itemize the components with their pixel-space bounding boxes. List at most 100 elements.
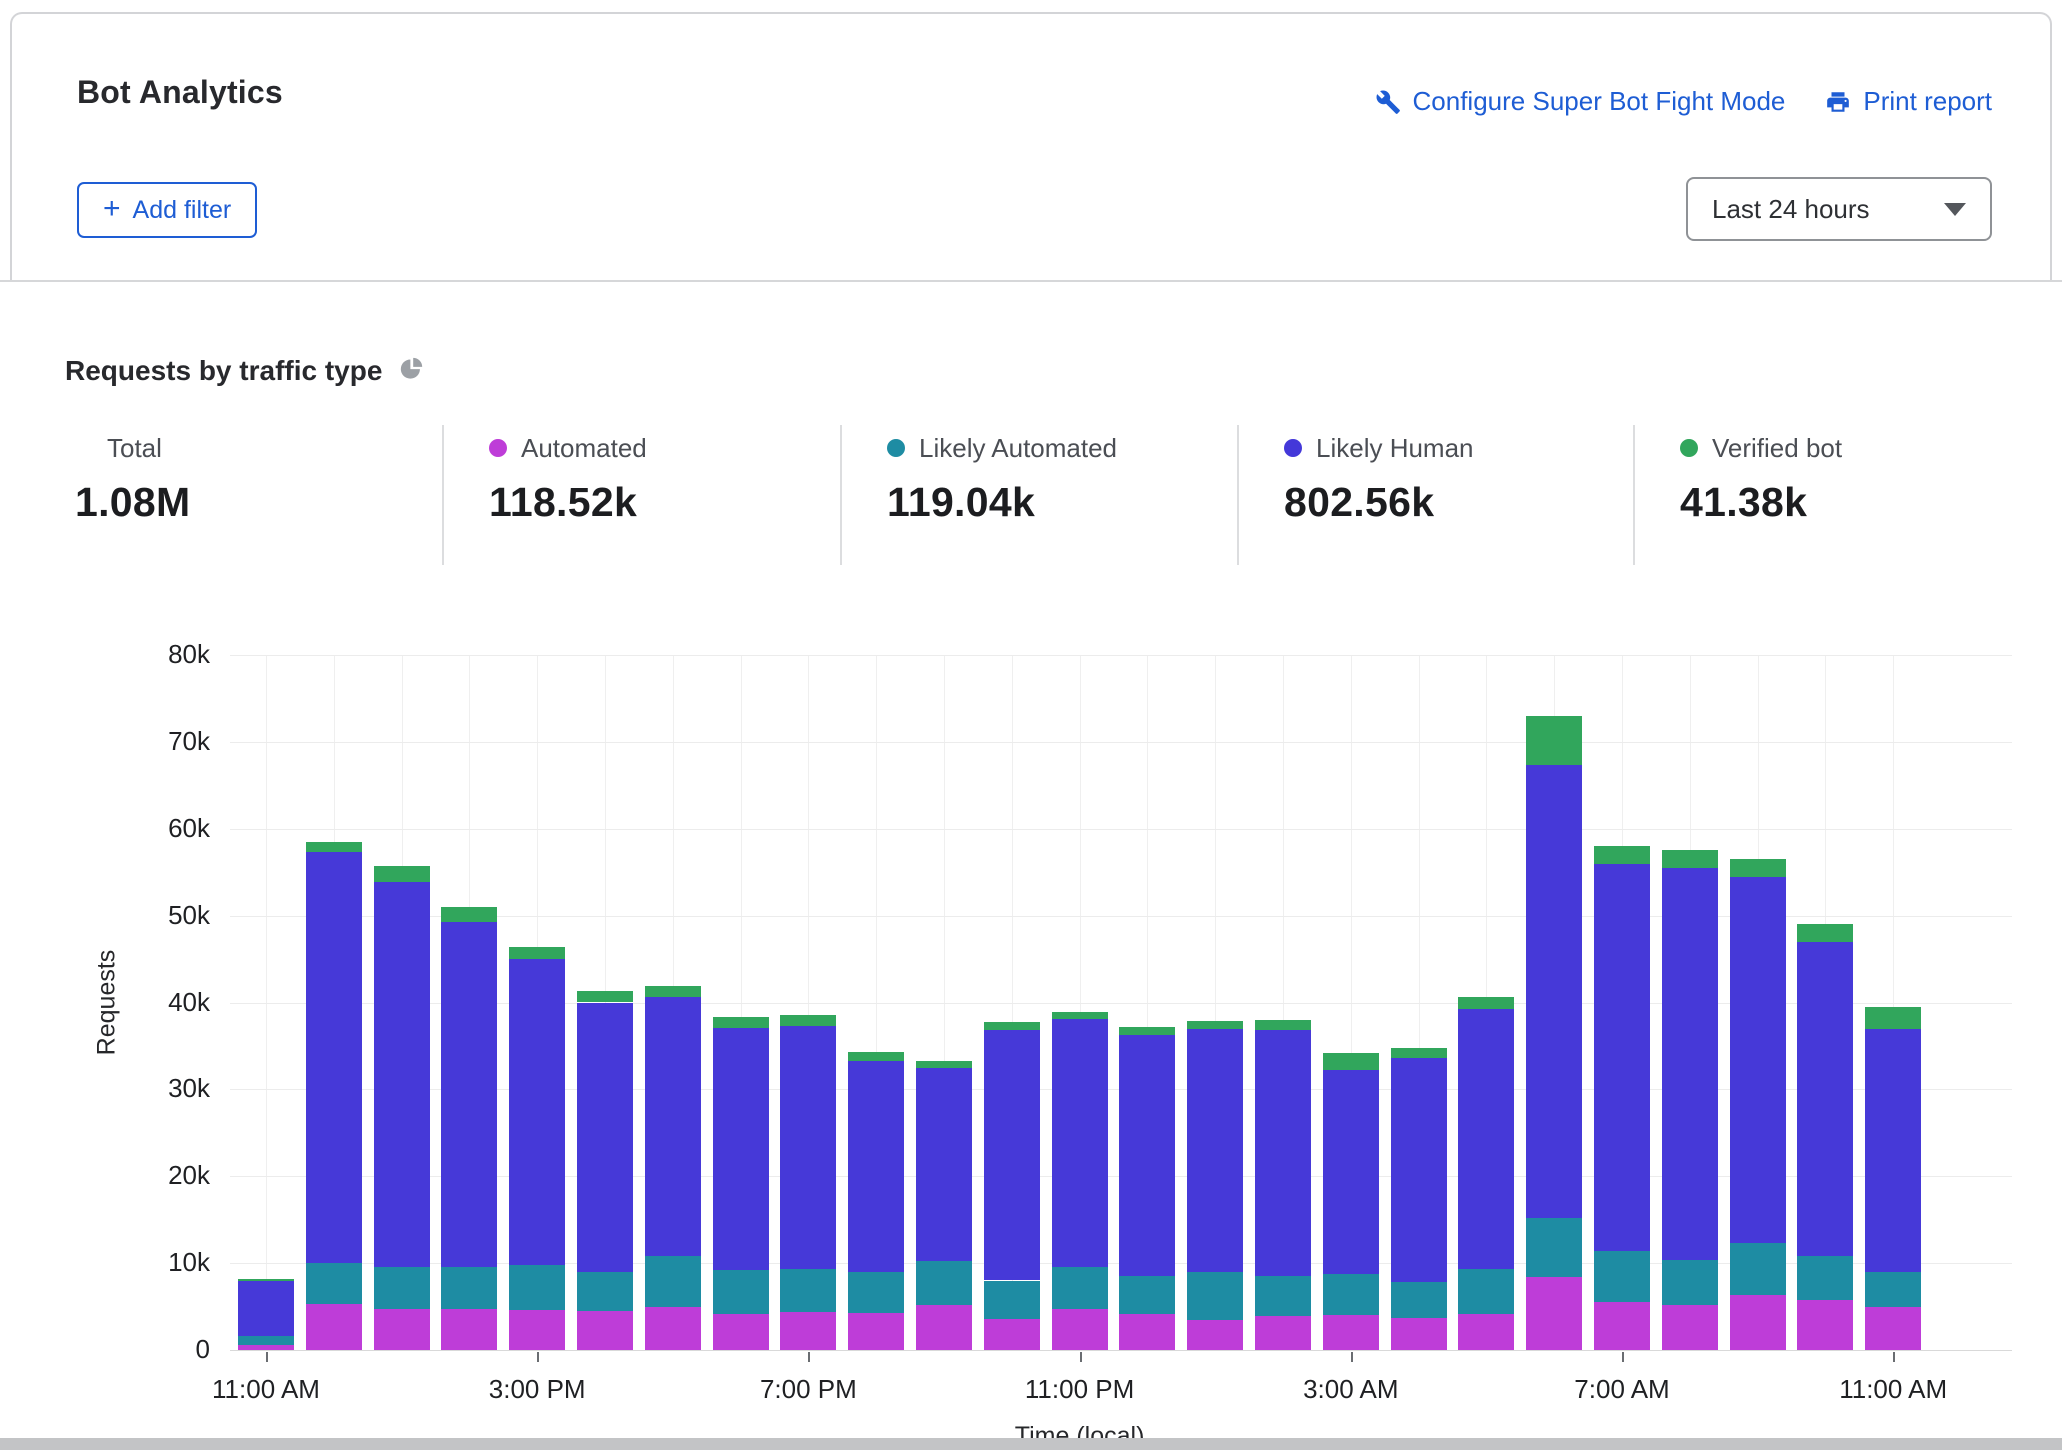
bar-segment-likely-human [1119, 1035, 1175, 1277]
bar-3-00-pm[interactable] [509, 630, 565, 1350]
bar-4-00-am[interactable] [1391, 630, 1447, 1350]
bar-segment-automated [1391, 1318, 1447, 1350]
bar-segment-automated [1797, 1300, 1853, 1350]
bar-segment-likely-automated [1052, 1267, 1108, 1309]
bar-2-00-am[interactable] [1255, 630, 1311, 1350]
stat-label-verified-bot: Verified bot [1712, 433, 1842, 464]
bar-segment-likely-automated [1526, 1218, 1582, 1277]
bar-segment-likely-human [1526, 765, 1582, 1218]
y-axis-tick-label: 80k [90, 639, 210, 670]
bar-segment-automated [1662, 1305, 1718, 1350]
bar-7-00-am[interactable] [1594, 630, 1650, 1350]
bar-segment-automated [1187, 1320, 1243, 1350]
x-axis-tick-label: 3:00 AM [1251, 1374, 1451, 1405]
bar-segment-likely-automated [1797, 1256, 1853, 1299]
bar-segment-verified-bot [1662, 850, 1718, 867]
bar-segment-verified-bot [577, 991, 633, 1002]
stat-likely-human: Likely Human 802.56k [1237, 425, 1633, 565]
bar-segment-likely-human [577, 1003, 633, 1272]
time-range-dropdown[interactable]: Last 24 hours [1686, 177, 1992, 241]
bar-segment-automated [1255, 1316, 1311, 1350]
bar-segment-likely-human [1458, 1009, 1514, 1269]
header-links: Configure Super Bot Fight Mode Print rep… [1375, 86, 1992, 117]
bar-segment-likely-automated [374, 1267, 430, 1309]
bar-8-00-am[interactable] [1662, 630, 1718, 1350]
configure-super-bot-fight-mode-link[interactable]: Configure Super Bot Fight Mode [1375, 86, 1786, 117]
bar-segment-likely-human [1730, 877, 1786, 1244]
add-filter-button[interactable]: + Add filter [77, 182, 257, 238]
bar-8-00-pm[interactable] [848, 630, 904, 1350]
bar-segment-likely-automated [780, 1269, 836, 1312]
bar-12-00-am[interactable] [1119, 630, 1175, 1350]
bar-segment-verified-bot [1187, 1021, 1243, 1030]
bar-10-00-am[interactable] [1797, 630, 1853, 1350]
bar-segment-verified-bot [1255, 1020, 1311, 1030]
bar-segment-verified-bot [1052, 1012, 1108, 1019]
bot-analytics-header-card: Bot Analytics Configure Super Bot Fight … [10, 12, 2052, 282]
bar-12-00-pm[interactable] [306, 630, 362, 1350]
stat-label-likely-automated: Likely Automated [919, 433, 1117, 464]
bar-segment-verified-bot [984, 1022, 1040, 1031]
bar-2-00-pm[interactable] [441, 630, 497, 1350]
bar-segment-likely-automated [441, 1267, 497, 1309]
stat-value-automated: 118.52k [489, 479, 840, 526]
bar-segment-likely-human [1594, 864, 1650, 1251]
bar-segment-verified-bot [1391, 1048, 1447, 1058]
bar-segment-likely-automated [1391, 1282, 1447, 1318]
bar-1-00-pm[interactable] [374, 630, 430, 1350]
bar-segment-likely-human [1255, 1030, 1311, 1276]
print-report-link[interactable]: Print report [1825, 86, 1992, 117]
bar-segment-automated [1865, 1307, 1921, 1350]
automated-dot-icon [489, 439, 507, 457]
bar-9-00-pm[interactable] [916, 630, 972, 1350]
bar-segment-verified-bot [306, 842, 362, 852]
bar-segment-likely-human [1323, 1070, 1379, 1274]
bar-segment-likely-human [984, 1030, 1040, 1280]
bar-segment-likely-automated [1187, 1272, 1243, 1320]
requests-by-traffic-type-chart: 010k20k30k40k50k60k70k80k11:00 AM3:00 PM… [0, 630, 2062, 1445]
bar-11-00-pm[interactable] [1052, 630, 1108, 1350]
bar-segment-likely-human [374, 882, 430, 1268]
verified-bot-dot-icon [1680, 439, 1698, 457]
horizontal-gridline [230, 1350, 2012, 1351]
bar-segment-automated [1458, 1314, 1514, 1350]
y-axis-tick-label: 20k [90, 1160, 210, 1191]
bar-segment-likely-human [1052, 1019, 1108, 1267]
bar-segment-likely-human [509, 959, 565, 1265]
bar-3-00-am[interactable] [1323, 630, 1379, 1350]
add-filter-label: Add filter [133, 196, 232, 225]
section-title-row: Requests by traffic type [65, 355, 425, 387]
bar-4-00-pm[interactable] [577, 630, 633, 1350]
bar-segment-verified-bot [1119, 1027, 1175, 1035]
bar-9-00-am[interactable] [1730, 630, 1786, 1350]
bar-segment-verified-bot [1730, 859, 1786, 876]
y-axis-tick-label: 60k [90, 813, 210, 844]
bar-segment-likely-automated [238, 1336, 294, 1345]
bar-segment-likely-automated [1594, 1251, 1650, 1302]
configure-link-label: Configure Super Bot Fight Mode [1413, 86, 1786, 117]
bar-segment-likely-automated [984, 1281, 1040, 1319]
bar-segment-verified-bot [713, 1017, 769, 1027]
bar-6-00-am[interactable] [1526, 630, 1582, 1350]
x-axis-tick-mark [1893, 1352, 1895, 1362]
bar-segment-automated [916, 1305, 972, 1350]
bar-segment-likely-automated [1730, 1243, 1786, 1295]
bar-5-00-pm[interactable] [645, 630, 701, 1350]
bar-11-00-am[interactable] [238, 630, 294, 1350]
bar-6-00-pm[interactable] [713, 630, 769, 1350]
bar-segment-likely-human [238, 1281, 294, 1336]
bar-segment-automated [848, 1313, 904, 1350]
bar-segment-likely-automated [713, 1270, 769, 1313]
bar-10-00-pm[interactable] [984, 630, 1040, 1350]
bar-7-00-pm[interactable] [780, 630, 836, 1350]
bar-segment-verified-bot [916, 1061, 972, 1068]
stat-label-automated: Automated [521, 433, 647, 464]
bar-segment-automated [1119, 1314, 1175, 1350]
bar-11-00-am[interactable] [1865, 630, 1921, 1350]
bar-segment-verified-bot [509, 947, 565, 959]
bar-1-00-am[interactable] [1187, 630, 1243, 1350]
x-axis-tick-label: 11:00 AM [1793, 1374, 1993, 1405]
bar-segment-likely-automated [306, 1263, 362, 1304]
bar-5-00-am[interactable] [1458, 630, 1514, 1350]
bar-segment-likely-human [306, 852, 362, 1263]
